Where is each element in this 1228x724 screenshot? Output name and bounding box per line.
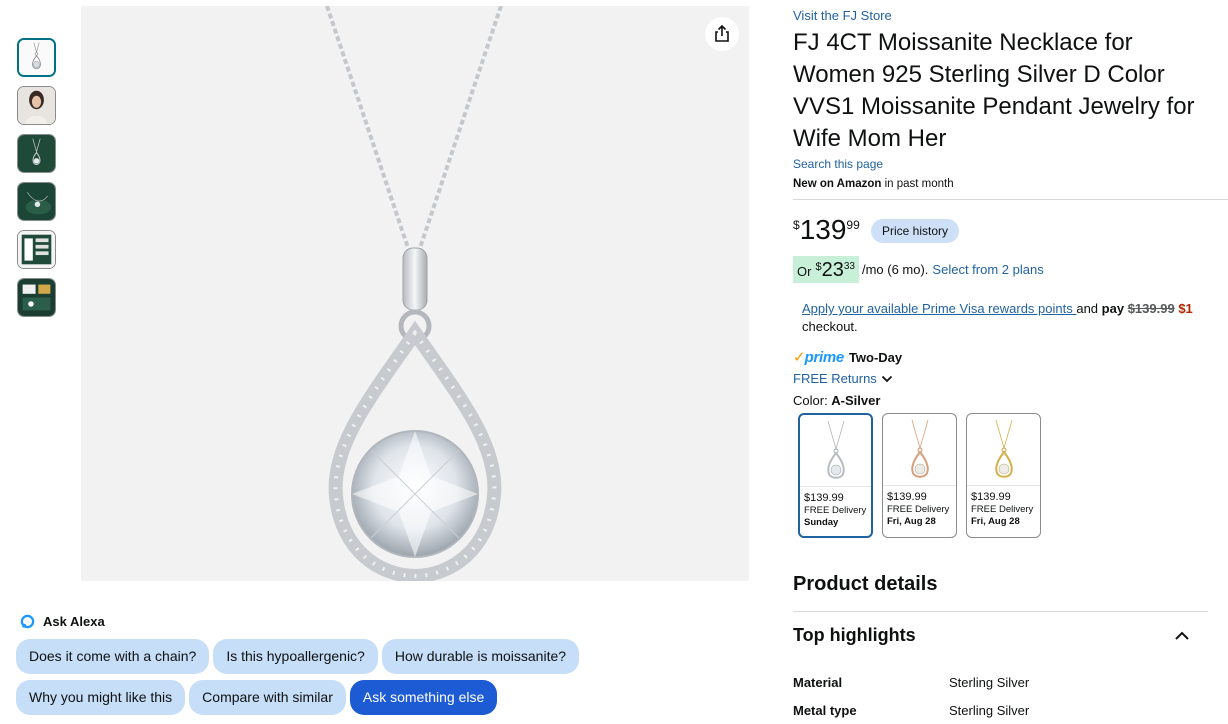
prime-visa-offer: Apply your available Prime Visa rewards … (802, 298, 1228, 319)
price-whole: 139 (799, 214, 847, 245)
swatch-image (800, 415, 871, 487)
store-link[interactable]: Visit the FJ Store (793, 8, 892, 23)
select-plans-link[interactable]: Select from 2 plans (932, 262, 1043, 277)
prime-visa-link[interactable]: Apply your available Prime Visa rewards … (802, 301, 1076, 316)
thumbnail-strip (17, 38, 57, 326)
alexa-suggestions: Does it come with a chain? Is this hypoa… (16, 639, 636, 721)
prime-visa-old-price: $139.99 (1127, 301, 1175, 316)
thumbnail-4[interactable] (17, 182, 56, 221)
swatch-delivery: FREE Delivery (971, 504, 1034, 515)
chip-why-like[interactable]: Why you might like this (16, 680, 186, 715)
color-selection: Color: A-Silver (793, 393, 880, 408)
color-swatches: $139.99 FREE Delivery Sunday $139.99 FRE… (798, 413, 1041, 538)
ask-alexa-label: Ask Alexa (43, 614, 105, 629)
new-suffix: in past month (881, 178, 954, 190)
swatch-date: Fri, Aug 28 (887, 516, 936, 527)
prime-visa-new-price: $1 (1178, 301, 1193, 316)
thumbnail-3[interactable] (17, 134, 56, 173)
prime-logo: ✓ prime (793, 348, 845, 367)
prime-two-day: Two-Day (848, 349, 903, 365)
divider (793, 611, 1208, 612)
swatch-price: $139.99 (804, 492, 844, 504)
price-history-button[interactable]: Price history (871, 219, 960, 243)
monthly-fraction: 33 (843, 261, 855, 272)
chip-hypoallergenic[interactable]: Is this hypoallergenic? (213, 639, 378, 674)
prime-word: prime (804, 348, 845, 366)
pendant-gold-thumbnail (994, 419, 1013, 478)
product-details-heading: Product details (793, 573, 938, 595)
monthly-payment: Or $ 23 33 /mo (6 mo). Select from 2 pla… (793, 256, 1044, 283)
swatch-date: Fri, Aug 28 (971, 516, 1020, 527)
swatch-gold[interactable]: $139.99 FREE Delivery Fri, Aug 28 (966, 413, 1041, 538)
share-icon (715, 24, 729, 42)
monthly-whole: 23 (821, 259, 844, 281)
chip-ask-something-else[interactable]: Ask something else (349, 680, 498, 715)
swatch-delivery: FREE Delivery (804, 505, 867, 516)
ask-alexa-header: Ask Alexa (20, 614, 105, 629)
pendant-rose-gold-thumbnail (910, 419, 929, 478)
swatch-rose-gold[interactable]: $139.99 FREE Delivery Fri, Aug 28 (882, 413, 957, 538)
price-symbol: $ (793, 218, 800, 232)
swatch-delivery: FREE Delivery (887, 504, 950, 515)
swatch-date: Sunday (804, 517, 839, 528)
spec-key: Material (793, 675, 843, 690)
alexa-icon (20, 614, 35, 629)
monthly-term: /mo (6 mo). (861, 262, 929, 277)
top-highlights-heading: Top highlights (793, 625, 916, 645)
monthly-price-highlight: Or $ 23 33 (793, 256, 859, 283)
prime-visa-and: and (1076, 301, 1102, 316)
spec-row: Metal type Sterling Silver (793, 703, 1029, 718)
divider (793, 199, 1228, 200)
color-label: Color: (793, 393, 832, 408)
spec-row: Material Sterling Silver (793, 675, 1029, 690)
thumbnail-1[interactable] (17, 38, 56, 77)
color-value: A-Silver (831, 393, 881, 408)
pendant-silver-thumbnail (826, 420, 845, 479)
chip-chain[interactable]: Does it come with a chain? (16, 639, 210, 674)
thumbnail-6[interactable] (17, 278, 56, 317)
spec-value: Sterling Silver (949, 675, 1030, 690)
free-returns-link[interactable]: FREE Returns (793, 371, 893, 386)
price-fraction: 99 (846, 218, 860, 232)
chip-compare[interactable]: Compare with similar (189, 680, 346, 715)
monthly-or: Or (797, 264, 812, 279)
swatch-image (883, 414, 956, 486)
free-returns-label: FREE Returns (793, 371, 877, 386)
top-highlights-toggle[interactable]: Top highlights (793, 625, 1208, 646)
price: $ 139 99 (793, 214, 860, 246)
search-this-page-link[interactable]: Search this page (793, 157, 883, 171)
chevron-up-icon (1175, 631, 1189, 640)
prime-visa-pay: pay (1101, 301, 1125, 316)
spec-key: Metal type (793, 703, 857, 718)
new-label: New on Amazon (793, 178, 882, 190)
chip-durable[interactable]: How durable is moissanite? (381, 639, 580, 674)
swatch-image (967, 414, 1040, 486)
swatch-price: $139.99 (887, 491, 927, 503)
swatch-price: $139.99 (971, 491, 1011, 503)
main-product-image[interactable] (81, 6, 749, 581)
thumbnail-2[interactable] (17, 86, 56, 125)
chevron-down-icon (881, 375, 892, 382)
thumbnail-5[interactable] (17, 230, 56, 269)
product-title: FJ 4CT Moissanite Necklace for Women 925… (793, 29, 1195, 152)
spec-value: Sterling Silver (949, 703, 1030, 718)
pendant-necklace-image (325, 6, 503, 581)
swatch-silver[interactable]: $139.99 FREE Delivery Sunday (798, 413, 873, 538)
prime-visa-checkout: checkout. (802, 319, 858, 334)
prime-delivery: ✓ prime Two-Day (793, 348, 903, 367)
share-button[interactable] (705, 17, 739, 51)
new-on-amazon-badge: New on Amazon in past month (793, 178, 954, 190)
